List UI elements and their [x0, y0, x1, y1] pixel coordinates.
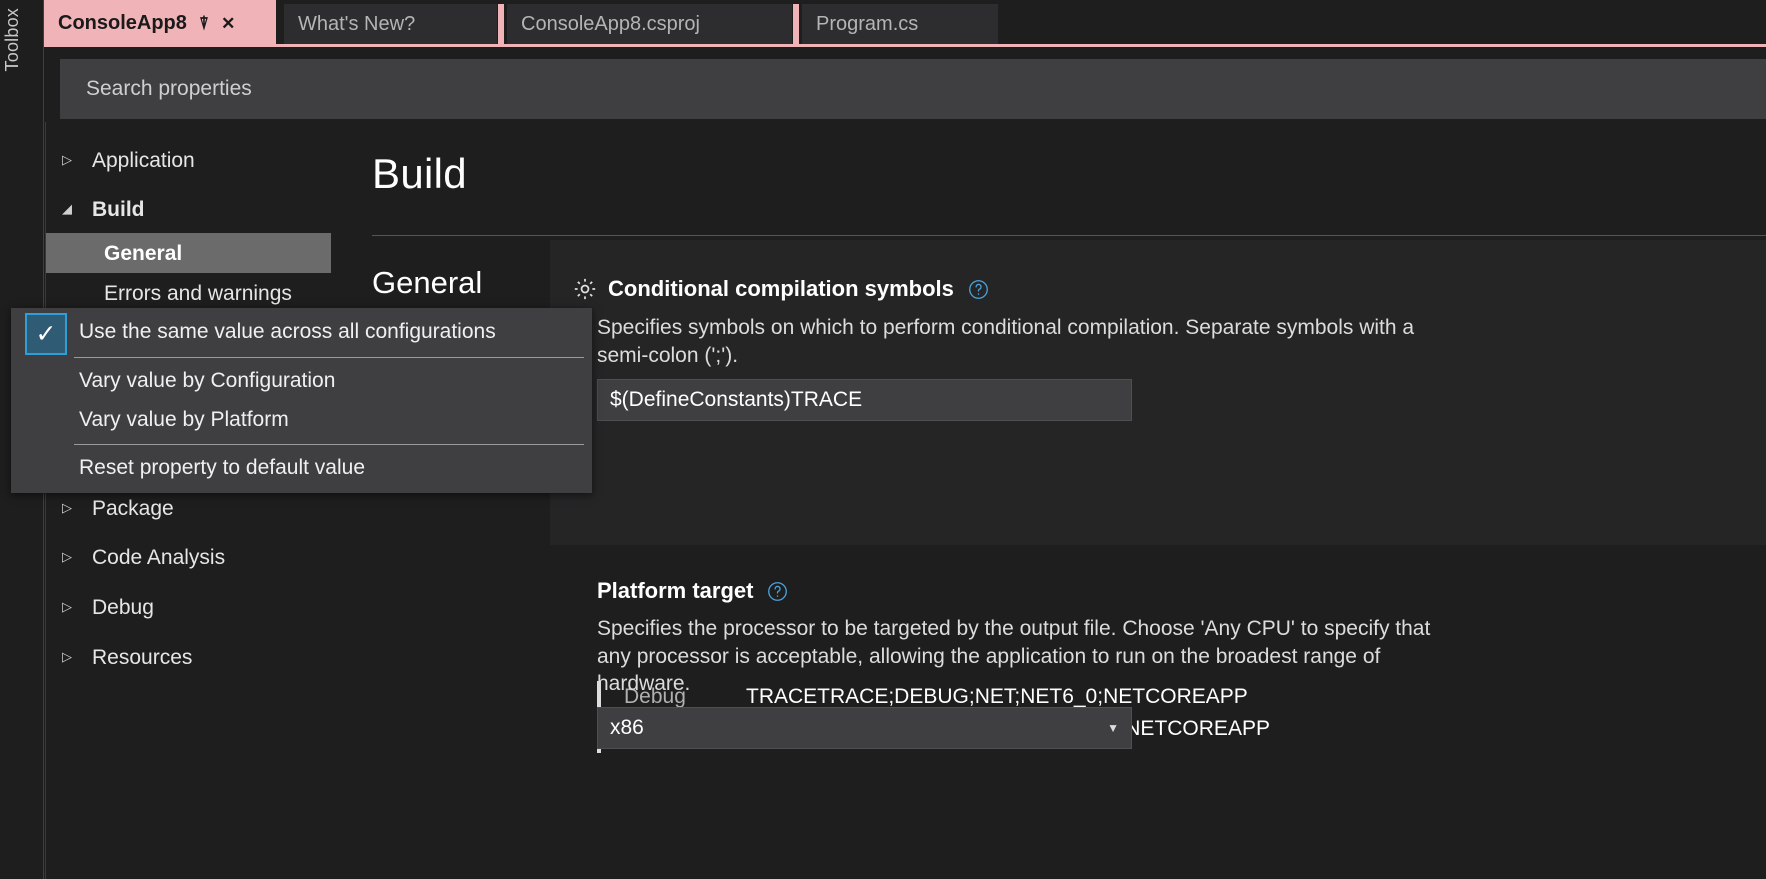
sidebar-item-label: Errors and warnings — [104, 283, 292, 304]
menu-item-reset-property[interactable]: Reset property to default value — [11, 444, 592, 492]
sidebar-item-label: General — [104, 243, 182, 264]
menu-item-label: Use the same value across all configurat… — [11, 320, 496, 344]
chevron-down-icon[interactable]: ◢ — [62, 201, 92, 217]
chevron-right-icon[interactable]: ▷ — [62, 152, 92, 168]
help-icon[interactable] — [767, 581, 788, 602]
tab-separator — [793, 4, 799, 44]
sidebar-item-errors-and-warnings[interactable]: Errors and warnings — [46, 273, 331, 313]
sidebar-item-label: Build — [92, 199, 145, 220]
sidebar-item-general[interactable]: General — [46, 233, 331, 273]
menu-item-use-same-value[interactable]: Use the same value across all configurat… — [11, 308, 592, 356]
conditional-symbols-heading: Conditional compilation symbols — [572, 276, 989, 302]
conditional-symbols-input[interactable]: $(DefineConstants)TRACE — [597, 379, 1132, 421]
chevron-right-icon[interactable]: ▷ — [62, 549, 92, 565]
chevron-right-icon[interactable]: ▷ — [62, 599, 92, 615]
gear-icon[interactable] — [572, 276, 598, 302]
properties-nav-tree: ▷ Application ◢ Build General Errors and… — [45, 122, 350, 879]
sidebar-item-label: Code Analysis — [92, 547, 225, 568]
tab-consoleapp8[interactable]: ConsoleApp8 ⍒ ✕ — [44, 0, 276, 46]
tab-label: Program.cs — [816, 14, 918, 34]
platform-target-description: Specifies the processor to be targeted b… — [597, 615, 1467, 698]
tab-consoleapp8-csproj[interactable]: ConsoleApp8.csproj — [507, 4, 792, 44]
page-title: Build — [372, 150, 467, 198]
sidebar-item-resources[interactable]: ▷ Resources — [46, 637, 331, 677]
menu-item-vary-by-platform[interactable]: Vary value by Platform — [11, 396, 592, 444]
menu-item-label: Reset property to default value — [11, 456, 365, 480]
section-heading: General — [372, 265, 482, 301]
menu-item-label: Vary value by Configuration — [11, 369, 335, 393]
menu-item-label: Vary value by Platform — [11, 408, 289, 432]
property-context-menu: ✓ Use the same value across all configur… — [11, 308, 592, 493]
project-properties-window: Toolbox ConsoleApp8 ⍒ ✕ What's New? Cons… — [0, 0, 1766, 879]
toolbox-label[interactable]: Toolbox — [2, 8, 23, 71]
conditional-symbols-value: $(DefineConstants)TRACE — [610, 388, 862, 412]
chevron-right-icon[interactable]: ▷ — [62, 649, 92, 665]
sidebar-item-package[interactable]: ▷ Package — [46, 488, 331, 528]
tab-underline — [44, 44, 1766, 47]
sidebar-item-label: Debug — [92, 597, 154, 618]
tab-whats-new[interactable]: What's New? — [284, 4, 497, 44]
sidebar-item-label: Package — [92, 498, 174, 519]
sidebar-item-code-analysis[interactable]: ▷ Code Analysis — [46, 537, 331, 577]
tab-label: ConsoleApp8.csproj — [521, 14, 700, 34]
sidebar-item-label: Application — [92, 150, 195, 171]
platform-target-dropdown[interactable]: x86 ▼ — [597, 707, 1132, 749]
tab-label: What's New? — [298, 14, 415, 34]
search-properties-bar[interactable]: Search properties — [60, 59, 1766, 119]
tab-separator — [498, 4, 504, 44]
properties-content-pane: Build General Conditional compilation sy… — [350, 122, 1766, 879]
chevron-right-icon[interactable]: ▷ — [62, 500, 92, 516]
conditional-symbols-description: Specifies symbols on which to perform co… — [597, 314, 1452, 369]
chevron-down-icon[interactable]: ▼ — [1107, 721, 1119, 735]
conditional-symbols-title: Conditional compilation symbols — [608, 276, 954, 302]
title-divider — [372, 235, 1766, 236]
platform-target-heading: Platform target — [597, 578, 788, 604]
platform-target-title: Platform target — [597, 578, 753, 604]
tab-label: ConsoleApp8 — [58, 13, 187, 33]
search-input[interactable]: Search properties — [60, 77, 252, 101]
sidebar-item-build[interactable]: ◢ Build — [46, 189, 331, 229]
sidebar-item-application[interactable]: ▷ Application — [46, 140, 331, 180]
tab-program-cs[interactable]: Program.cs — [802, 4, 998, 44]
pin-icon[interactable]: ⍒ — [199, 15, 209, 32]
close-icon[interactable]: ✕ — [221, 15, 235, 32]
sidebar-item-label: Resources — [92, 647, 192, 668]
tab-bar: ConsoleApp8 ⍒ ✕ What's New? ConsoleApp8.… — [44, 0, 1766, 46]
sidebar-item-debug[interactable]: ▷ Debug — [46, 587, 331, 627]
platform-target-value: x86 — [610, 716, 644, 740]
help-icon[interactable] — [968, 279, 989, 300]
